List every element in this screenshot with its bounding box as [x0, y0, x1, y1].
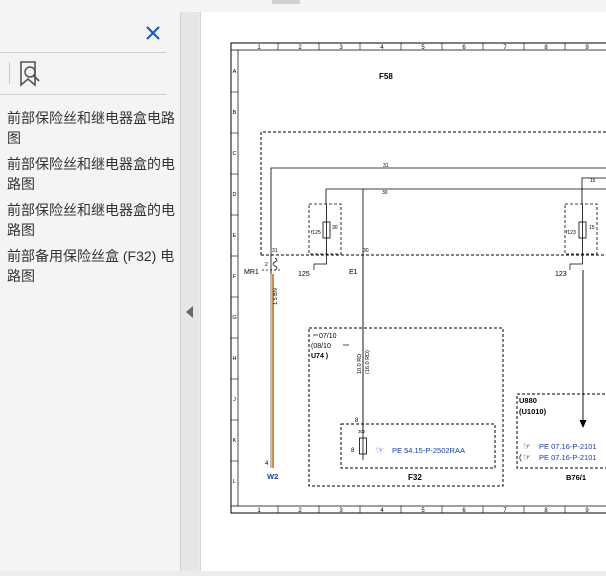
pin-label: 30 [332, 225, 338, 231]
connector-label-e1: E1 [349, 269, 358, 276]
reference-link-pe[interactable]: PE 07.16-P-2101 [539, 442, 597, 451]
sidebar-divider [0, 94, 166, 95]
bookmark-item[interactable]: 前部保险丝和继电器盒电路图 [7, 108, 175, 148]
sidebar-collapse-handle[interactable] [181, 12, 199, 571]
fuse-label: f123 [566, 230, 576, 236]
reference-link-pe[interactable]: PE 07.16-P-2101 [539, 453, 597, 462]
toolbar-separator [9, 62, 10, 84]
reference-icon[interactable]: ☞ [523, 441, 531, 451]
pin-label: 2 [265, 262, 268, 268]
row-letter: H [233, 356, 237, 362]
bookmark-list: 前部保险丝和继电器盒电路图 前部保险丝和继电器盒的电路图 前部保险丝和继电器盒的… [7, 108, 175, 292]
row-letter: C [233, 151, 237, 157]
variant-label: U880 [519, 396, 537, 405]
arrow-icon [579, 420, 587, 428]
date-label: (08/10 [311, 343, 331, 350]
wire-label: 30 [382, 190, 388, 196]
row-letter: B [233, 110, 237, 116]
ground-label-w2: W2 [267, 472, 278, 481]
bookmark-item[interactable]: 前部备用保险丝盒 (F32) 电路图 [7, 246, 175, 286]
bookmark-sidebar: 前部保险丝和继电器盒电路图 前部保险丝和继电器盒的电路图 前部保险丝和继电器盒的… [0, 12, 181, 571]
wire-label: 31 [383, 163, 389, 169]
pin-label: 30 [363, 248, 369, 254]
bookmark-item[interactable]: 前部保险丝和继电器盒的电路图 [7, 154, 175, 194]
svg-text:(: ( [519, 453, 522, 462]
reference-link-f32[interactable]: PE 54.15-P-2502RAA [392, 446, 465, 455]
row-letter: K [233, 438, 237, 444]
row-letter: A [233, 69, 237, 75]
pin-label: 4 [265, 461, 269, 467]
f58-boundary [260, 131, 606, 255]
document-page: 1 2 3 4 5 6 7 8 9 1 2 3 4 5 6 7 8 9 A B … [200, 12, 606, 571]
date-label: 07/10 [319, 333, 337, 340]
connector-label-mr1: MR1 [244, 269, 259, 276]
component-label-f58: F58 [379, 72, 393, 81]
row-letter: E [233, 233, 237, 239]
sidebar-divider [0, 52, 166, 53]
fuse-number: 123 [555, 271, 567, 278]
bookmark-item[interactable]: 前部保险丝和继电器盒的电路图 [7, 200, 175, 240]
circuit-diagram: 1 2 3 4 5 6 7 8 9 1 2 3 4 5 6 7 8 9 A B … [230, 42, 606, 514]
fuse-label: 8 [351, 448, 355, 454]
reference-icon[interactable]: ☞ [523, 452, 531, 462]
row-letter: G [232, 315, 236, 321]
pin-label: 8 [355, 418, 359, 424]
wire-label: 15 [590, 178, 596, 184]
pin-label: 15 [589, 225, 595, 231]
date-label: U74 ) [311, 353, 328, 360]
fuse-number: 125 [298, 271, 310, 278]
bookmark-search-icon[interactable] [18, 60, 42, 88]
row-letter: D [233, 192, 237, 198]
reference-icon[interactable]: ☞ [376, 445, 384, 455]
close-icon[interactable] [144, 24, 162, 42]
f32-boundary [308, 327, 504, 487]
wire-color-label: 1.5 BN [273, 288, 279, 305]
fuse-label: f125 [311, 230, 321, 236]
collapse-arrow-icon[interactable] [186, 306, 193, 318]
component-label-f32: F32 [408, 473, 422, 482]
variant-label: (U1010) [519, 407, 547, 416]
top-strip-notch [272, 0, 300, 4]
wire-color-label: 10.0 RD [357, 354, 363, 374]
wire-30 [325, 188, 606, 204]
row-letter: F [233, 274, 237, 280]
wire-31 [270, 167, 606, 255]
pin-label: 31 [272, 248, 278, 254]
component-label-b76: B76/1 [566, 473, 586, 482]
pin-label: 30z [358, 429, 366, 434]
row-letter: L [233, 479, 236, 485]
resistor-symbol [272, 257, 278, 271]
row-letter: J [233, 397, 236, 403]
wire-color-label: (16.0 RD) [365, 350, 371, 374]
